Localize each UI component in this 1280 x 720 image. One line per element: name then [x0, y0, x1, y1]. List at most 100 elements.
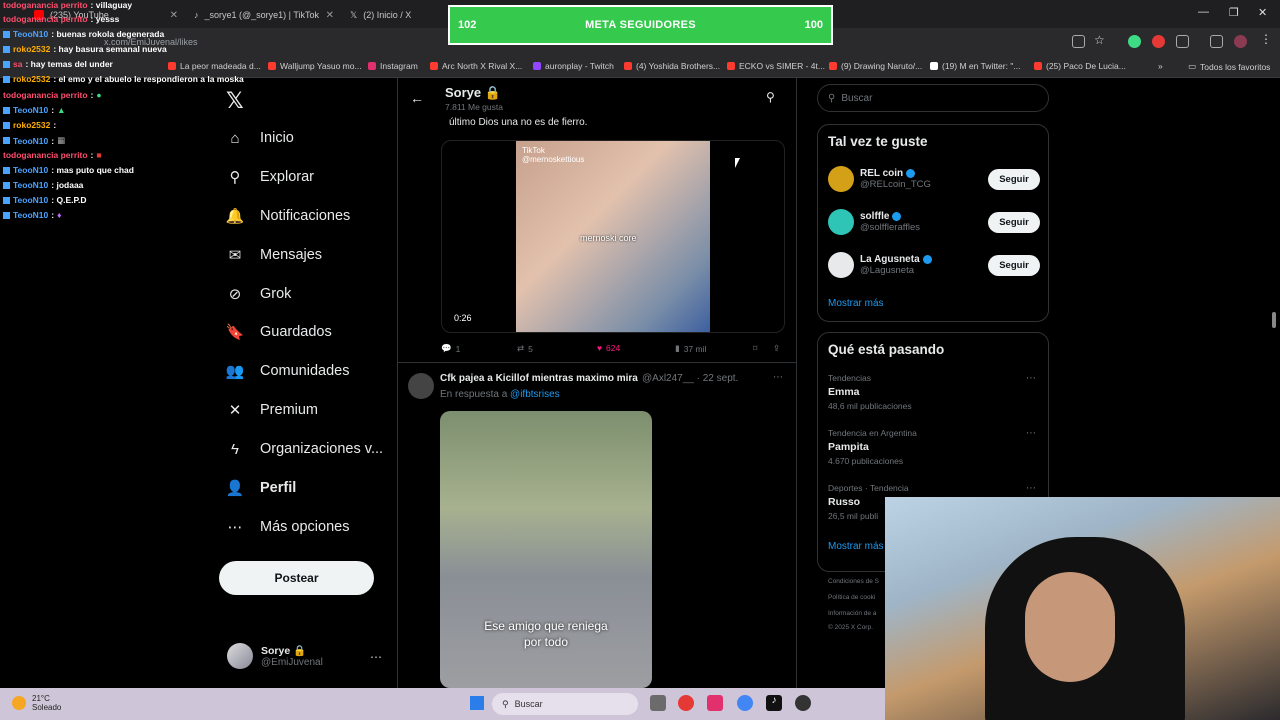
- minimize-icon[interactable]: —: [1198, 6, 1209, 18]
- back-arrow-icon[interactable]: ←: [410, 90, 424, 106]
- puzzle-icon[interactable]: [1176, 35, 1189, 48]
- bookmark-item[interactable]: auronplay - Twitch: [533, 61, 614, 71]
- sidebar-item-premium[interactable]: ✕ Premium: [226, 401, 318, 419]
- footer-link[interactable]: Política de cooki: [828, 594, 875, 601]
- obs-icon[interactable]: [795, 695, 811, 711]
- bookmark-item[interactable]: Instagram: [368, 61, 418, 71]
- bookmark-item[interactable]: (4) Yoshida Brothers...: [624, 61, 720, 71]
- tweet-video[interactable]: TikTok @mernoskettious mernoski core 0:26: [441, 140, 785, 333]
- follow-button[interactable]: Seguir: [988, 211, 1040, 233]
- sidebar-item-guardados[interactable]: 🔖 Guardados: [226, 323, 332, 341]
- more-icon[interactable]: ⋯: [1026, 373, 1036, 384]
- sidebar-item-grok[interactable]: ⊘ Grok: [226, 285, 292, 303]
- divider: [398, 362, 796, 363]
- sidebar-item-label: Inicio: [260, 130, 294, 146]
- bookmark-item[interactable]: (19) M en Twitter: "...: [930, 61, 1020, 71]
- reply-button[interactable]: 💬 1: [441, 343, 460, 354]
- suggestion-item[interactable]: REL coin @RELcoin_TCG Seguir: [828, 166, 1040, 192]
- youtube-icon: [727, 62, 735, 70]
- retweet-button[interactable]: ⇄ 5: [517, 343, 533, 354]
- bookmark-item[interactable]: (25) Paco De Lucia...: [1034, 61, 1126, 71]
- file-explorer-icon[interactable]: [650, 695, 666, 711]
- more-icon[interactable]: ⋯: [1026, 428, 1036, 439]
- footer-link[interactable]: Condiciones de S: [828, 578, 879, 585]
- more-icon[interactable]: ⋯: [370, 650, 382, 664]
- follow-button[interactable]: Seguir: [988, 254, 1040, 276]
- close-window-icon[interactable]: ✕: [1258, 6, 1267, 19]
- extension-icon[interactable]: [1128, 35, 1141, 48]
- tab-x[interactable]: 𝕏 (2) Inicio / X: [342, 4, 442, 26]
- weather-widget[interactable]: 21°C Soleado: [12, 694, 61, 712]
- sidebar-item-inicio[interactable]: ⌂ Inicio: [226, 129, 294, 147]
- tweet-video[interactable]: Ese amigo que reniega por todo: [440, 411, 652, 688]
- bookmark-icon[interactable]: ⌑: [753, 343, 757, 354]
- share-icon[interactable]: ⇪: [773, 343, 780, 354]
- more-icon[interactable]: ⋯: [773, 372, 783, 383]
- close-icon[interactable]: ✕: [170, 10, 178, 21]
- bookmark-item[interactable]: (9) Drawing Naruto/...: [829, 61, 922, 71]
- view-count: 37 mil: [683, 343, 707, 354]
- bookmark-item[interactable]: ECKO vs SIMER - 4t...: [727, 61, 825, 71]
- trend-item[interactable]: Tendencia en Argentina Pampita 4.670 pub…: [828, 428, 1040, 466]
- bookmark-label: (25) Paco De Lucia...: [1046, 61, 1126, 71]
- views-button[interactable]: ▮ 37 mil: [675, 343, 706, 354]
- more-icon[interactable]: ⋯: [1026, 483, 1036, 494]
- show-more-link[interactable]: Mostrar más: [828, 298, 884, 309]
- sidebar-item-notificaciones[interactable]: 🔔 Notificaciones: [226, 207, 351, 225]
- youtube-icon: [624, 62, 632, 70]
- star-icon[interactable]: ☆: [1094, 33, 1107, 47]
- footer-link[interactable]: Información de a: [828, 610, 876, 617]
- search-icon[interactable]: ⚲: [766, 90, 775, 104]
- chat-user: sa: [13, 59, 23, 69]
- like-button[interactable]: ♥ 624: [597, 343, 620, 353]
- suggestion-item[interactable]: solffle @solffleraffles Seguir: [828, 209, 1040, 235]
- install-icon[interactable]: [1072, 35, 1085, 48]
- chat-text: :: [51, 105, 55, 115]
- bookmark-item[interactable]: Arc North X Rival X...: [430, 61, 522, 71]
- suggestion-item[interactable]: La Agusneta @Lagusneta Seguir: [828, 252, 1040, 278]
- sidebar-item-explorar[interactable]: ⚲ Explorar: [226, 168, 315, 186]
- emote-icon: ▦: [57, 135, 66, 145]
- extension-icon[interactable]: [1152, 35, 1165, 48]
- all-bookmarks[interactable]: ▭ Todos los favoritos: [1188, 61, 1270, 72]
- x-logo-icon[interactable]: 𝕏: [226, 88, 244, 114]
- tab-tiktok[interactable]: ♪ _sorye1 (@_sorye1) | TikTok ✕: [186, 4, 342, 26]
- search-input[interactable]: ⚲ Buscar: [817, 84, 1049, 112]
- instagram-icon[interactable]: [707, 695, 723, 711]
- chat-message: roko2532:: [3, 120, 56, 130]
- bookmark-item[interactable]: La peor madeada d...: [168, 61, 261, 71]
- bookmark-label: Instagram: [380, 61, 418, 71]
- like-count: 624: [606, 343, 621, 353]
- sidebar-item-comunidades[interactable]: 👥 Comunidades: [226, 362, 350, 380]
- reply-to-link[interactable]: @ifbtsrises: [510, 389, 560, 400]
- lock-icon: 🔒: [293, 645, 307, 657]
- windows-start-icon[interactable]: [470, 696, 484, 710]
- sidebar-item-organizaciones[interactable]: ϟ Organizaciones v...: [226, 440, 383, 458]
- chrome-icon[interactable]: [737, 695, 753, 711]
- taskbar-search[interactable]: ⚲ Buscar: [492, 693, 638, 715]
- bookmark-item[interactable]: Walljump Yasuo mo...: [268, 61, 362, 71]
- chevron-right-icon[interactable]: »: [1158, 61, 1163, 71]
- follow-button[interactable]: Seguir: [988, 168, 1040, 190]
- sidebar-item-mas-opciones[interactable]: ⋯ Más opciones: [226, 518, 350, 536]
- scrollbar-thumb[interactable]: [1272, 312, 1276, 328]
- maximize-icon[interactable]: ❐: [1229, 6, 1239, 19]
- profile-avatar-icon[interactable]: [1234, 35, 1247, 48]
- kebab-menu-icon[interactable]: ⋮: [1260, 32, 1273, 46]
- avatar[interactable]: [408, 373, 434, 399]
- close-icon[interactable]: ✕: [326, 10, 334, 21]
- sidebar-item-perfil[interactable]: 👤 Perfil: [226, 479, 297, 497]
- tiktok-icon[interactable]: ♪: [766, 695, 782, 711]
- sidebar-item-mensajes[interactable]: ✉ Mensajes: [226, 246, 322, 264]
- app-icon[interactable]: [678, 695, 694, 711]
- chat-user: todoganancia perrito: [3, 14, 88, 24]
- trend-item[interactable]: Tendencias Emma 48,6 mil publicaciones ⋯: [828, 373, 1040, 411]
- tweet-author-name[interactable]: Cfk pajea a Kicillof mientras maximo mir…: [440, 373, 638, 384]
- account-switcher[interactable]: Sorye 🔒 @EmiJuvenal: [227, 643, 323, 669]
- suggestion-name: REL coin: [860, 168, 904, 179]
- menu-icon[interactable]: [1210, 35, 1223, 48]
- post-button[interactable]: Postear: [219, 561, 374, 595]
- emote-icon: ■: [96, 150, 102, 160]
- show-more-link[interactable]: Mostrar más: [828, 541, 884, 552]
- bolt-icon: ϟ: [231, 440, 239, 458]
